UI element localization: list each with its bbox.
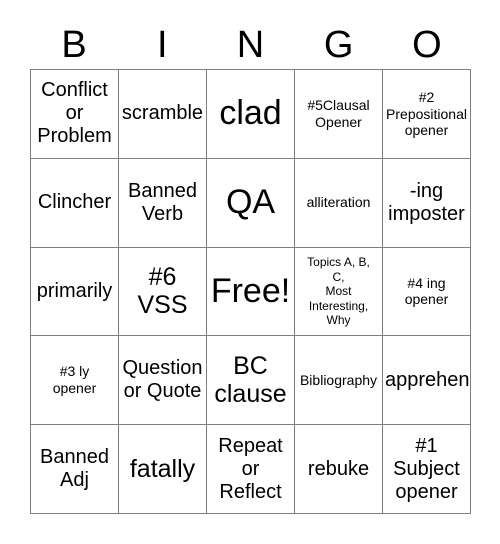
bingo-cell-text: -ing imposter — [388, 179, 465, 225]
bingo-cell-text: BC clause — [214, 352, 287, 409]
bingo-cell-text: alliteration — [306, 194, 371, 211]
bingo-cell-text: #3 ly opener — [52, 363, 97, 397]
bingo-cell-text: #4 ing opener — [404, 274, 449, 308]
bingo-cell-n1[interactable]: clad — [207, 70, 295, 159]
bingo-cell-text: #5Clausal Opener — [307, 97, 370, 130]
bingo-cell-text: Banned Adj — [40, 446, 109, 492]
bingo-cell-b1[interactable]: Conflict or Problem — [31, 70, 119, 159]
bingo-cell-g2[interactable]: alliteration — [295, 158, 383, 248]
bingo-header-letter-n: N — [236, 24, 265, 66]
bingo-header-letter-b: B — [61, 24, 87, 66]
bingo-cell-text: rebuke — [307, 457, 370, 480]
bingo-cell-i3[interactable]: #6 VSS — [119, 247, 207, 337]
bingo-cell-text: Conflict or Problem — [37, 79, 112, 148]
bingo-cell-g1[interactable]: #5Clausal Opener — [295, 70, 383, 159]
bingo-cell-i4[interactable]: Question or Quote — [119, 336, 207, 426]
bingo-header-letter-o: O — [412, 24, 442, 66]
bingo-cell-text: clad — [219, 94, 282, 133]
bingo-cell-b3[interactable]: primarily — [31, 247, 119, 337]
bingo-cell-o3[interactable]: #4 ing opener — [383, 247, 471, 337]
bingo-cell-text: Clincher — [37, 191, 112, 214]
bingo-cell-free-space[interactable]: Free! — [207, 247, 295, 337]
bingo-cell-g5[interactable]: rebuke — [295, 425, 383, 514]
bingo-cell-n4[interactable]: BC clause — [207, 336, 295, 426]
bingo-cell-text: fatally — [129, 455, 196, 484]
bingo-cell-text: apprehend — [385, 368, 470, 391]
bingo-grid: Conflict or Problem scramble clad #5Clau… — [30, 69, 471, 514]
bingo-cell-text: QA — [225, 183, 276, 221]
bingo-cell-g4[interactable]: Bibliography — [295, 336, 383, 426]
bingo-header-letter-i: I — [157, 24, 168, 66]
bingo-cell-o1[interactable]: #2 Prepositional opener — [383, 70, 471, 159]
bingo-cell-text: scramble — [121, 102, 204, 125]
bingo-cell-text: #6 VSS — [137, 263, 188, 320]
bingo-cell-text: Repeat or Reflect — [218, 434, 283, 503]
bingo-cell-g3[interactable]: Topics A, B, C, Most Interesting, Why — [295, 247, 383, 337]
bingo-cell-text: Free! — [210, 271, 291, 310]
bingo-cell-n2[interactable]: QA — [207, 158, 295, 248]
bingo-cell-i2[interactable]: Banned Verb — [119, 158, 207, 248]
bingo-cell-text: Question or Quote — [122, 357, 203, 403]
bingo-cell-text: Topics A, B, C, Most Interesting, Why — [307, 254, 370, 328]
bingo-cell-i5[interactable]: fatally — [119, 425, 207, 514]
bingo-card: B I N G O Conflict or Problem scramble c… — [0, 0, 500, 544]
bingo-cell-b2[interactable]: Clincher — [31, 158, 119, 248]
bingo-cell-n5[interactable]: Repeat or Reflect — [207, 425, 295, 514]
bingo-cell-i1[interactable]: scramble — [119, 70, 207, 159]
bingo-cell-text: #1 Subject opener — [393, 434, 460, 503]
bingo-cell-b5[interactable]: Banned Adj — [31, 425, 119, 514]
bingo-cell-text: Banned Verb — [128, 179, 197, 225]
bingo-cell-o4[interactable]: apprehend — [383, 336, 471, 426]
bingo-header: B I N G O — [30, 22, 471, 68]
bingo-cell-text: #2 Prepositional opener — [386, 88, 467, 139]
bingo-cell-text: Bibliography — [299, 371, 378, 388]
bingo-cell-o2[interactable]: -ing imposter — [383, 158, 471, 248]
bingo-cell-b4[interactable]: #3 ly opener — [31, 336, 119, 426]
bingo-header-letter-g: G — [323, 24, 354, 66]
bingo-cell-o5[interactable]: #1 Subject opener — [383, 425, 471, 514]
bingo-cell-text: primarily — [36, 279, 113, 302]
